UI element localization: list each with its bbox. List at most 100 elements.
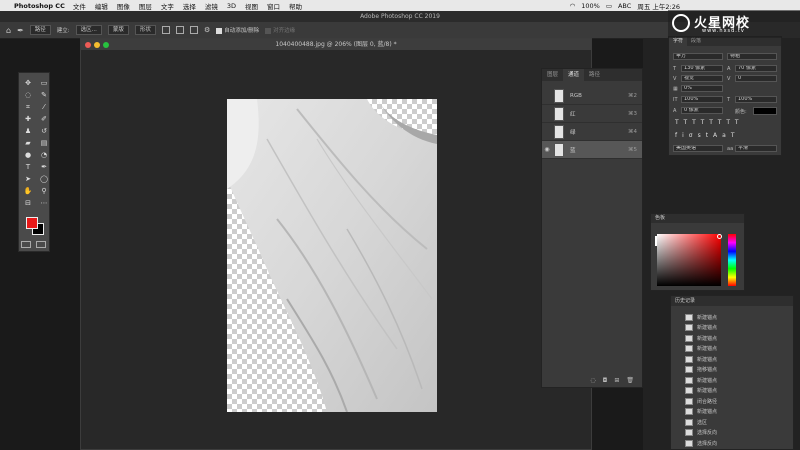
type-tool-icon[interactable]: T — [23, 163, 33, 171]
tracking-field[interactable]: 0 — [735, 75, 777, 82]
history-item[interactable]: 选择反向 — [671, 438, 793, 449]
healing-tool-icon[interactable]: ✚ — [23, 115, 33, 123]
selection-button[interactable]: 选区... — [75, 25, 102, 35]
font-size-field[interactable]: 130 像素 — [681, 65, 723, 72]
zoom-tool-icon[interactable]: ⚲ — [39, 187, 49, 195]
menu-3d[interactable]: 3D — [227, 2, 236, 10]
history-panel-title[interactable]: 历史记录 — [671, 296, 793, 306]
new-channel-icon[interactable]: ⊞ — [614, 377, 619, 384]
history-item[interactable]: 选择反向 — [671, 428, 793, 439]
dodge-tool-icon[interactable]: ◔ — [39, 151, 49, 159]
history-item[interactable]: 选区 — [671, 417, 793, 428]
tab-character[interactable]: 字符 — [669, 37, 688, 46]
font-style-select[interactable]: 特粗 — [727, 53, 777, 60]
text-color-swatch[interactable] — [753, 107, 777, 115]
tab-layers[interactable]: 图层 — [542, 69, 563, 81]
edit-toolbar-icon[interactable]: ⊟ — [23, 199, 33, 207]
home-icon[interactable]: ⌂ — [6, 26, 11, 35]
eraser-tool-icon[interactable]: ▰ — [23, 139, 33, 147]
foreground-color-swatch[interactable] — [26, 217, 38, 229]
document-tab[interactable]: 1040400488.jpg @ 206% (图层 0, 蓝/8) * — [81, 39, 591, 50]
mode-select[interactable]: 路径 — [29, 25, 51, 35]
eyedropper-tool-icon[interactable]: ⁄ — [39, 103, 49, 111]
pen-tool-icon[interactable]: ✒ — [17, 26, 24, 35]
font-family-select[interactable]: 苹方 — [673, 53, 723, 60]
tab-paths[interactable]: 路径 — [584, 69, 605, 81]
align-edges-checkbox[interactable]: 对齐边缘 — [265, 26, 295, 34]
input-method[interactable]: ABC — [618, 2, 631, 10]
path-operations-icon[interactable] — [161, 26, 170, 34]
history-item[interactable]: 新建锚点 — [671, 312, 793, 323]
quick-mask-icon[interactable] — [21, 241, 31, 248]
zoom-window-icon[interactable] — [103, 42, 109, 48]
faux-style-buttons[interactable]: TTTTTTTT — [675, 119, 777, 126]
menu-file[interactable]: 文件 — [73, 1, 86, 11]
mask-button[interactable]: 蒙版 — [107, 25, 129, 35]
history-item[interactable]: 新建锚点 — [671, 386, 793, 397]
battery-icon[interactable]: ▭ — [606, 2, 612, 10]
channel-row-red[interactable]: 红 ⌘3 — [542, 105, 642, 123]
menu-filter[interactable]: 滤镜 — [205, 1, 218, 11]
history-item[interactable]: 新建锚点 — [671, 354, 793, 365]
tsume-field[interactable]: 0% — [681, 85, 723, 92]
history-item[interactable]: 新建锚点 — [671, 323, 793, 334]
hand-tool-icon[interactable]: ✋ — [23, 187, 33, 195]
history-item[interactable]: 新建锚点 — [671, 344, 793, 355]
vertical-scale-field[interactable]: 100% — [681, 96, 723, 103]
menu-edit[interactable]: 编辑 — [95, 1, 108, 11]
tab-channels[interactable]: 通道 — [563, 69, 585, 81]
move-tool-icon[interactable]: ✥ — [23, 79, 33, 87]
brush-tool-icon[interactable]: ✐ — [39, 115, 49, 123]
trash-icon[interactable]: 🗑 — [626, 377, 634, 384]
image-canvas[interactable] — [227, 99, 437, 412]
minimize-window-icon[interactable] — [94, 42, 100, 48]
baseline-field[interactable]: 0 像素 — [681, 107, 723, 114]
kerning-field[interactable]: 视觉 — [681, 75, 723, 82]
menu-layer[interactable]: 图层 — [139, 1, 152, 11]
path-select-tool-icon[interactable]: ➤ — [23, 175, 33, 183]
history-item[interactable]: 新建锚点 — [671, 375, 793, 386]
gradient-tool-icon[interactable]: ▤ — [39, 139, 49, 147]
channel-row-green[interactable]: 绿 ⌘4 — [542, 123, 642, 141]
horizontal-scale-field[interactable]: 100% — [735, 96, 777, 103]
color-field[interactable] — [657, 234, 721, 286]
menu-type[interactable]: 文字 — [161, 1, 174, 11]
clock[interactable]: 周五 上午2:26 — [637, 1, 680, 11]
more-tools-icon[interactable]: ⋯ — [39, 199, 49, 207]
load-selection-icon[interactable]: ◌ — [590, 377, 595, 384]
app-menu[interactable]: Photoshop CC — [14, 2, 65, 10]
menu-window[interactable]: 窗口 — [267, 1, 280, 11]
hue-slider[interactable] — [728, 234, 736, 286]
screen-mode-icon[interactable] — [36, 241, 46, 248]
history-brush-icon[interactable]: ↺ — [39, 127, 49, 135]
language-select[interactable]: 美国英语 — [673, 145, 723, 152]
opentype-buttons[interactable]: fiσstAaT — [675, 132, 777, 139]
antialias-select[interactable]: 平滑 — [735, 145, 777, 152]
leading-field[interactable]: 70 像素 — [735, 65, 777, 72]
path-arrangement-icon[interactable] — [189, 26, 198, 34]
marquee-tool-icon[interactable]: ▭ — [39, 79, 49, 87]
menu-help[interactable]: 帮助 — [289, 1, 302, 11]
menu-image[interactable]: 图像 — [117, 1, 130, 11]
channel-row-blue[interactable]: ◉ 蓝 ⌘5 — [542, 141, 642, 159]
blur-tool-icon[interactable]: ● — [23, 151, 33, 159]
channel-row-rgb[interactable]: RGB ⌘2 — [542, 87, 642, 105]
eye-icon[interactable]: ◉ — [542, 146, 552, 153]
path-alignment-icon[interactable] — [175, 26, 184, 34]
tab-paragraph[interactable]: 段落 — [687, 37, 705, 46]
history-item[interactable]: 新建锚点 — [671, 407, 793, 418]
history-item[interactable]: 闭合路径 — [671, 396, 793, 407]
history-item[interactable]: 拖移锚点 — [671, 365, 793, 376]
save-selection-icon[interactable]: ◘ — [603, 377, 608, 384]
wifi-icon[interactable]: ◠ — [570, 2, 576, 10]
ellipse-tool-icon[interactable]: ◯ — [39, 175, 49, 183]
history-item[interactable]: 新建锚点 — [671, 333, 793, 344]
lasso-tool-icon[interactable]: ◌ — [23, 91, 33, 99]
menu-select[interactable]: 选择 — [183, 1, 196, 11]
auto-add-delete-checkbox[interactable]: 自动添加/删除 — [216, 26, 259, 34]
crop-tool-icon[interactable]: ⌗ — [23, 103, 33, 111]
pen-tool-icon[interactable]: ✒ — [39, 163, 49, 171]
gear-icon[interactable]: ⚙ — [204, 26, 210, 34]
close-window-icon[interactable] — [85, 42, 91, 48]
color-panel-title[interactable]: 色板 — [651, 214, 744, 223]
